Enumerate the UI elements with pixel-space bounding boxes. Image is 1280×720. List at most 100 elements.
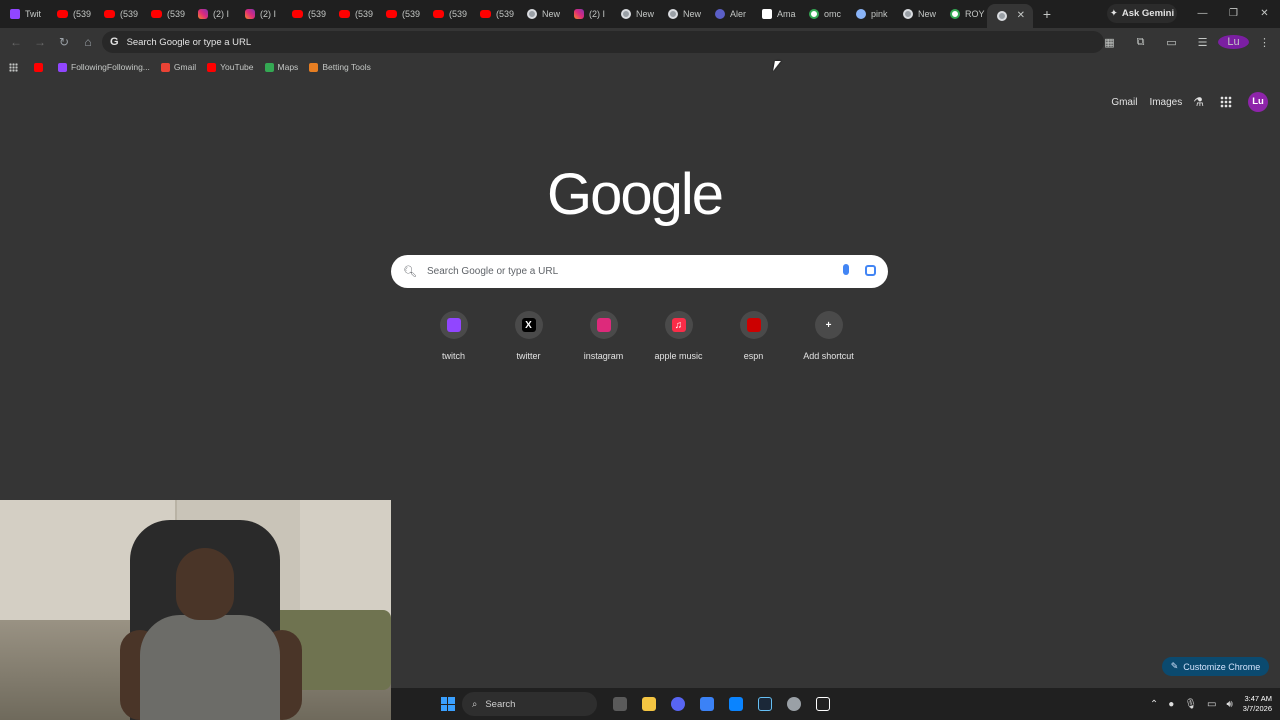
tab-active-new-tab[interactable]: ✕ xyxy=(987,4,1033,28)
back-icon[interactable]: ← xyxy=(4,35,28,49)
microphone-icon[interactable]: 🎙︎ xyxy=(1184,699,1197,710)
youtube-icon xyxy=(151,10,162,18)
reading-list-icon[interactable]: ☰ xyxy=(1187,36,1218,49)
tab[interactable]: Aler xyxy=(705,0,752,28)
lens-icon[interactable] xyxy=(865,265,876,276)
tab-title: (539 xyxy=(120,9,139,19)
bookmark-item[interactable]: Maps xyxy=(264,62,298,72)
microsoft-store-icon[interactable] xyxy=(721,690,750,718)
tab[interactable]: ROY xyxy=(940,0,987,28)
tab-title: (539 xyxy=(355,9,374,19)
youtube-icon xyxy=(433,10,444,18)
alert-icon xyxy=(715,9,725,19)
tab[interactable]: Ama xyxy=(752,0,799,28)
taskbar-search[interactable]: ⌕ Search xyxy=(462,692,597,716)
close-icon[interactable]: ✕ xyxy=(1017,10,1025,21)
steam-icon[interactable] xyxy=(750,690,779,718)
taskbar-search-label: Search xyxy=(485,698,516,710)
tab[interactable]: (539 xyxy=(470,0,517,28)
file-explorer-icon[interactable] xyxy=(634,690,663,718)
task-view-icon[interactable] xyxy=(605,690,634,718)
tab[interactable]: (539 xyxy=(376,0,423,28)
tab[interactable]: (2) I xyxy=(564,0,611,28)
chevron-up-icon[interactable]: ⌃ xyxy=(1150,699,1158,710)
tab[interactable]: New xyxy=(893,0,940,28)
volume-icon[interactable]: 🔊︎ xyxy=(1226,699,1232,710)
tab[interactable]: New xyxy=(658,0,705,28)
browser-toolbar: ← → ↻ ⌂ G Search Google or type a URL ▦ … xyxy=(0,28,1280,56)
shortcut-icon-circle: ♫ xyxy=(664,311,693,339)
extensions-icon[interactable]: ⧉ xyxy=(1125,36,1156,49)
system-clock[interactable]: 3:47 AM 3/7/2026 xyxy=(1243,694,1272,714)
address-bar[interactable]: G Search Google or type a URL xyxy=(102,31,1104,53)
youtube-icon xyxy=(292,10,303,18)
labs-flask-icon[interactable]: ⚗ xyxy=(1193,95,1204,109)
shortcut-tile[interactable]: espn xyxy=(716,311,791,361)
shortcut-tile[interactable]: twitch xyxy=(416,311,491,361)
gmail-link[interactable]: Gmail xyxy=(1110,97,1138,108)
google-apps-icon[interactable] xyxy=(1220,96,1232,108)
ask-gemini-button[interactable]: ✦ Ask Gemini xyxy=(1107,4,1177,23)
customize-chrome-button[interactable]: ✎ Customize Chrome xyxy=(1162,657,1269,676)
tab-title: Ama xyxy=(777,9,796,19)
tray-app-icon[interactable]: ● xyxy=(1168,699,1174,710)
images-link[interactable]: Images xyxy=(1148,97,1183,108)
tab-title: (539 xyxy=(449,9,468,19)
bookmark-item[interactable]: Betting Tools xyxy=(309,62,371,72)
shortcut-tile[interactable]: instagram xyxy=(566,311,641,361)
tab[interactable]: Twit xyxy=(0,0,47,28)
voice-search-icon[interactable] xyxy=(843,264,849,275)
twitch-icon xyxy=(446,318,461,332)
bookmark-item[interactable] xyxy=(34,62,47,72)
tab[interactable]: pink xyxy=(846,0,893,28)
twitch-icon xyxy=(58,62,67,72)
taskbar-app-icon[interactable] xyxy=(692,690,721,718)
tab[interactable]: (539 xyxy=(141,0,188,28)
tab[interactable]: New xyxy=(517,0,564,28)
toolbar-actions: ▦ ⧉ ▭ ☰ Lu ⋮ xyxy=(1094,28,1280,56)
tab[interactable]: (539 xyxy=(423,0,470,28)
tab-title: Twit xyxy=(25,9,42,19)
x-icon: X xyxy=(521,318,536,332)
tab[interactable]: (539 xyxy=(94,0,141,28)
shortcut-tile[interactable]: ♫ apple music xyxy=(641,311,716,361)
youtube-icon xyxy=(57,10,68,18)
tab[interactable]: (2) I xyxy=(235,0,282,28)
tab[interactable]: (539 xyxy=(329,0,376,28)
side-panel-icon[interactable]: ▭ xyxy=(1156,36,1187,49)
bookmark-item[interactable]: Gmail xyxy=(160,62,196,72)
minimize-icon[interactable]: — xyxy=(1187,0,1218,28)
shortcut-tile[interactable]: + Add shortcut xyxy=(791,311,866,361)
profile-button[interactable]: Lu xyxy=(1218,35,1249,49)
instagram-icon xyxy=(596,318,611,332)
tab-title: (2) I xyxy=(213,9,230,19)
menu-icon[interactable]: ⋮ xyxy=(1249,36,1280,49)
tab-search-icon[interactable]: ▦ xyxy=(1094,36,1125,49)
discord-icon[interactable] xyxy=(663,690,692,718)
chrome-taskbar-icon[interactable] xyxy=(779,690,808,718)
instagram-icon xyxy=(198,9,208,19)
apps-icon[interactable] xyxy=(9,62,18,72)
restore-icon[interactable]: ❐ xyxy=(1218,0,1249,28)
windows-icon xyxy=(440,697,455,711)
tab[interactable]: New xyxy=(611,0,658,28)
tab[interactable]: (2) I xyxy=(188,0,235,28)
bookmark-item[interactable]: FollowingFollowing... xyxy=(58,62,150,72)
epic-games-icon[interactable] xyxy=(808,690,837,718)
network-icon[interactable]: ▭ xyxy=(1207,699,1216,710)
start-button[interactable] xyxy=(433,690,462,718)
tab[interactable]: (539 xyxy=(47,0,94,28)
window-close-icon[interactable]: ✕ xyxy=(1249,0,1280,28)
reload-icon[interactable]: ↻ xyxy=(52,35,76,49)
tab[interactable]: omc xyxy=(799,0,846,28)
home-icon[interactable]: ⌂ xyxy=(76,35,100,49)
shortcut-tile[interactable]: Xtwitter xyxy=(491,311,566,361)
tab[interactable]: (539 xyxy=(282,0,329,28)
account-avatar[interactable]: Lu xyxy=(1248,92,1268,112)
new-tab-button[interactable]: + xyxy=(1035,6,1059,22)
bookmark-item[interactable]: YouTube xyxy=(207,62,254,72)
ntp-search-box[interactable]: 🔍︎ Search Google or type a URL xyxy=(391,255,888,288)
forward-icon[interactable]: → xyxy=(28,35,52,49)
shortcut-label: espn xyxy=(743,351,764,361)
tab-title: ROY xyxy=(965,9,985,19)
